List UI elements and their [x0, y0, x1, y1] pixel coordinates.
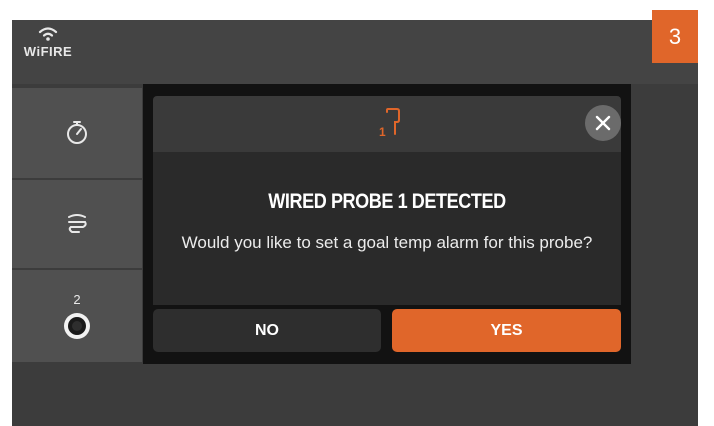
- sidebar-item-probe-2[interactable]: 2: [12, 270, 142, 362]
- probe-detected-dialog: 1 WIRED PROBE 1 DETECTED Would you like …: [143, 84, 631, 364]
- smoke-icon: [68, 214, 87, 233]
- no-button[interactable]: NO: [153, 309, 381, 352]
- yes-button[interactable]: YES: [392, 309, 621, 352]
- probe-jack-icon: [64, 312, 90, 339]
- dialog-header: 1: [153, 96, 621, 152]
- close-icon: [595, 115, 611, 131]
- wifi-icon: [38, 27, 58, 41]
- timer-icon: [67, 121, 87, 144]
- step-number-badge: 3: [652, 10, 698, 63]
- top-bar: WiFIRE: [12, 20, 698, 84]
- sidebar-item-timer[interactable]: [12, 88, 142, 178]
- brand-name: WiFIRE: [23, 44, 73, 59]
- probe-number: 2: [73, 291, 81, 307]
- probe-1-icon: 1: [379, 108, 400, 138]
- dialog-title: WIRED PROBE 1 DETECTED: [268, 190, 506, 213]
- wifire-logo: WiFIRE: [18, 26, 78, 66]
- sidebar-item-smoke[interactable]: [12, 180, 142, 268]
- probe-1-icon-label: 1: [379, 125, 386, 138]
- close-button[interactable]: [585, 105, 621, 141]
- dialog-body: WIRED PROBE 1 DETECTED Would you like to…: [153, 152, 621, 305]
- dialog-message: Would you like to set a goal temp alarm …: [181, 233, 593, 252]
